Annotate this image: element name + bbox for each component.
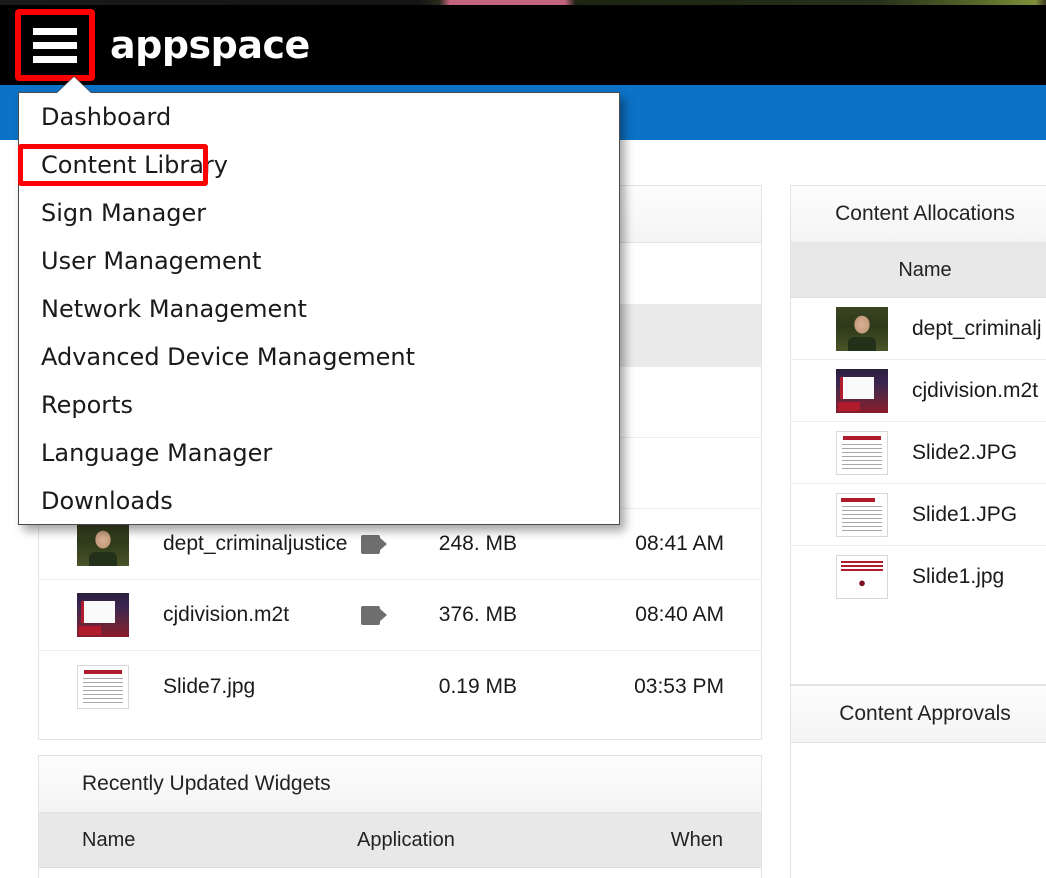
table-row[interactable]: Slide2.JPG	[791, 422, 1046, 484]
table-row[interactable]: Slide1.JPG	[791, 484, 1046, 546]
allocation-thumbnail	[836, 306, 888, 351]
panel-header-recently-updated-widgets: Recently Updated Widgets	[39, 756, 761, 813]
table-row[interactable]: cjdivision.m2t	[791, 360, 1046, 422]
panel-content-approvals: Content Approvals	[790, 685, 1046, 878]
table-row[interactable]: cjdivision.m2t 376. MB 08:40 AM	[39, 580, 761, 651]
allocation-name: dept_criminalj	[912, 316, 1042, 340]
hamburger-icon-bar	[33, 55, 77, 63]
menu-item-advanced-device-management[interactable]: Advanced Device Management	[19, 333, 619, 381]
file-when: 08:41 AM	[635, 532, 724, 555]
column-header-name[interactable]: Name	[39, 829, 357, 852]
file-when: 08:40 AM	[635, 603, 724, 626]
table-row[interactable]: dept_criminalj	[791, 298, 1046, 360]
app-root: appspace Content Library unlimited en Mi…	[0, 0, 1046, 878]
allocation-name: cjdivision.m2t	[912, 378, 1039, 402]
panel-header-content-approvals: Content Approvals	[791, 686, 1046, 743]
file-size: 248. MB	[438, 532, 517, 555]
menu-item-dashboard[interactable]: Dashboard	[19, 93, 619, 141]
column-header-application[interactable]: Application	[357, 829, 619, 852]
video-icon	[361, 605, 387, 625]
hamburger-icon-bar	[33, 27, 77, 35]
file-thumbnail	[77, 593, 129, 637]
file-thumbnail	[77, 522, 129, 566]
menu-item-user-management[interactable]: User Management	[19, 237, 619, 285]
table-row[interactable]: Slide1.jpg	[791, 546, 1046, 608]
hamburger-menu-button[interactable]	[18, 12, 92, 78]
app-header: appspace	[0, 5, 1046, 85]
allocation-thumbnail	[836, 555, 888, 599]
table-header-row: Name	[791, 243, 1046, 298]
file-name: cjdivision.m2t	[163, 603, 290, 626]
column-header-when[interactable]: When	[619, 829, 761, 852]
allocation-name: Slide2.JPG	[912, 440, 1018, 464]
panel-content-allocations: Content Allocations Name dept_criminalj …	[790, 185, 1046, 685]
menu-item-content-library[interactable]: Content Library	[19, 141, 619, 189]
file-name: dept_criminaljustice	[163, 532, 348, 555]
file-name: Slide7.jpg	[163, 674, 256, 698]
app-logo-text: appspace	[110, 23, 310, 67]
table-header-row: Name Application When	[39, 813, 761, 868]
dropdown-caret-icon	[56, 77, 92, 94]
panel-title-content-approvals: Content Approvals	[839, 702, 1011, 725]
allocation-thumbnail	[836, 368, 888, 413]
menu-item-network-management[interactable]: Network Management	[19, 285, 619, 333]
allocation-thumbnail	[836, 492, 888, 537]
allocation-name: Slide1.JPG	[912, 502, 1018, 526]
menu-item-language-manager[interactable]: Language Manager	[19, 429, 619, 477]
menu-item-sign-manager[interactable]: Sign Manager	[19, 189, 619, 237]
hamburger-icon-bar	[33, 41, 77, 49]
column-header-name[interactable]: Name	[791, 259, 1046, 282]
video-icon	[361, 534, 387, 554]
menu-item-reports[interactable]: Reports	[19, 381, 619, 429]
main-nav-dropdown: Dashboard Content Library Sign Manager U…	[18, 77, 620, 525]
file-size: 0.19 MB	[438, 674, 517, 698]
panel-title-content-allocations: Content Allocations	[835, 202, 1015, 225]
allocation-thumbnail	[836, 430, 888, 475]
menu-item-downloads[interactable]: Downloads	[19, 477, 619, 525]
content-approvals-empty-area	[791, 743, 1046, 878]
panel-title-recently-updated-widgets: Recently Updated Widgets	[82, 772, 331, 795]
panel-recently-updated-widgets: Recently Updated Widgets Name Applicatio…	[38, 755, 762, 878]
file-when: 03:53 PM	[634, 674, 724, 698]
panel-header-content-allocations: Content Allocations	[791, 186, 1046, 243]
file-size: 376. MB	[438, 603, 517, 626]
file-thumbnail	[77, 664, 129, 709]
allocation-name: Slide1.jpg	[912, 565, 1005, 588]
table-row[interactable]: Slide7.jpg 0.19 MB 03:53 PM	[39, 651, 761, 722]
